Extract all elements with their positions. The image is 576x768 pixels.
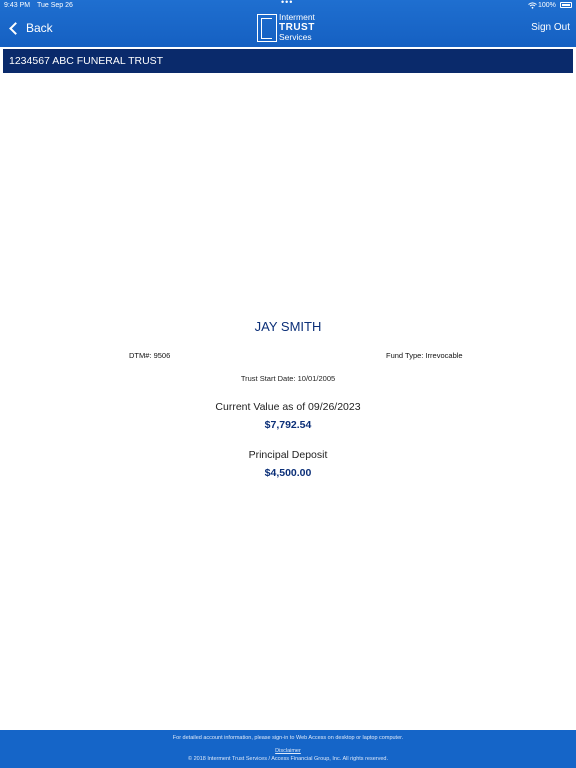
current-value-amount: $7,792.54 [264,419,312,431]
status-time: 9:43 PM [4,2,31,9]
footer-copyright: © 2018 Interment Trust Services / Access… [188,756,388,762]
multitask-dots[interactable]: ••• [281,0,293,8]
logo-mark-icon [257,14,277,42]
battery-percent: 100% [538,2,556,9]
wifi-icon [528,2,537,13]
app-screen: 9:43 PM Tue Sep 26 ••• 100% Back Interme… [0,0,576,768]
current-value-label: Current Value as of 09/26/2023 [215,401,361,413]
sign-out-button[interactable]: Sign Out [531,22,570,33]
trust-start-date: Trust Start Date: 10/01/2005 [240,374,336,383]
principal-deposit-amount: $4,500.00 [264,467,312,479]
logo-text-line3: Services [279,32,312,42]
trust-holder-name: JAY SMITH [254,319,322,334]
footer: For detailed account information, please… [0,730,576,768]
logo-text-line1: Interment [279,12,315,22]
chevron-left-icon [9,21,22,35]
header: 9:43 PM Tue Sep 26 ••• 100% Back Interme… [0,0,576,47]
interment-trust-services-logo: Interment TRUST Services [257,13,319,43]
dtm-number: DTM#: 9506 [129,351,171,360]
footer-info-text: For detailed account information, please… [172,735,404,741]
status-date: Tue Sep 26 [37,2,73,9]
account-title-bar: 1234567 ABC FUNERAL TRUST [3,49,573,73]
back-label: Back [26,21,53,35]
fund-type: Fund Type: Irrevocable [386,351,463,360]
status-bar: 9:43 PM Tue Sep 26 ••• 100% [0,0,576,12]
back-button[interactable]: Back [8,18,53,38]
disclaimer-link[interactable]: Disclaimer [0,748,576,754]
battery-icon [560,2,572,8]
principal-deposit-label: Principal Deposit [248,449,328,461]
